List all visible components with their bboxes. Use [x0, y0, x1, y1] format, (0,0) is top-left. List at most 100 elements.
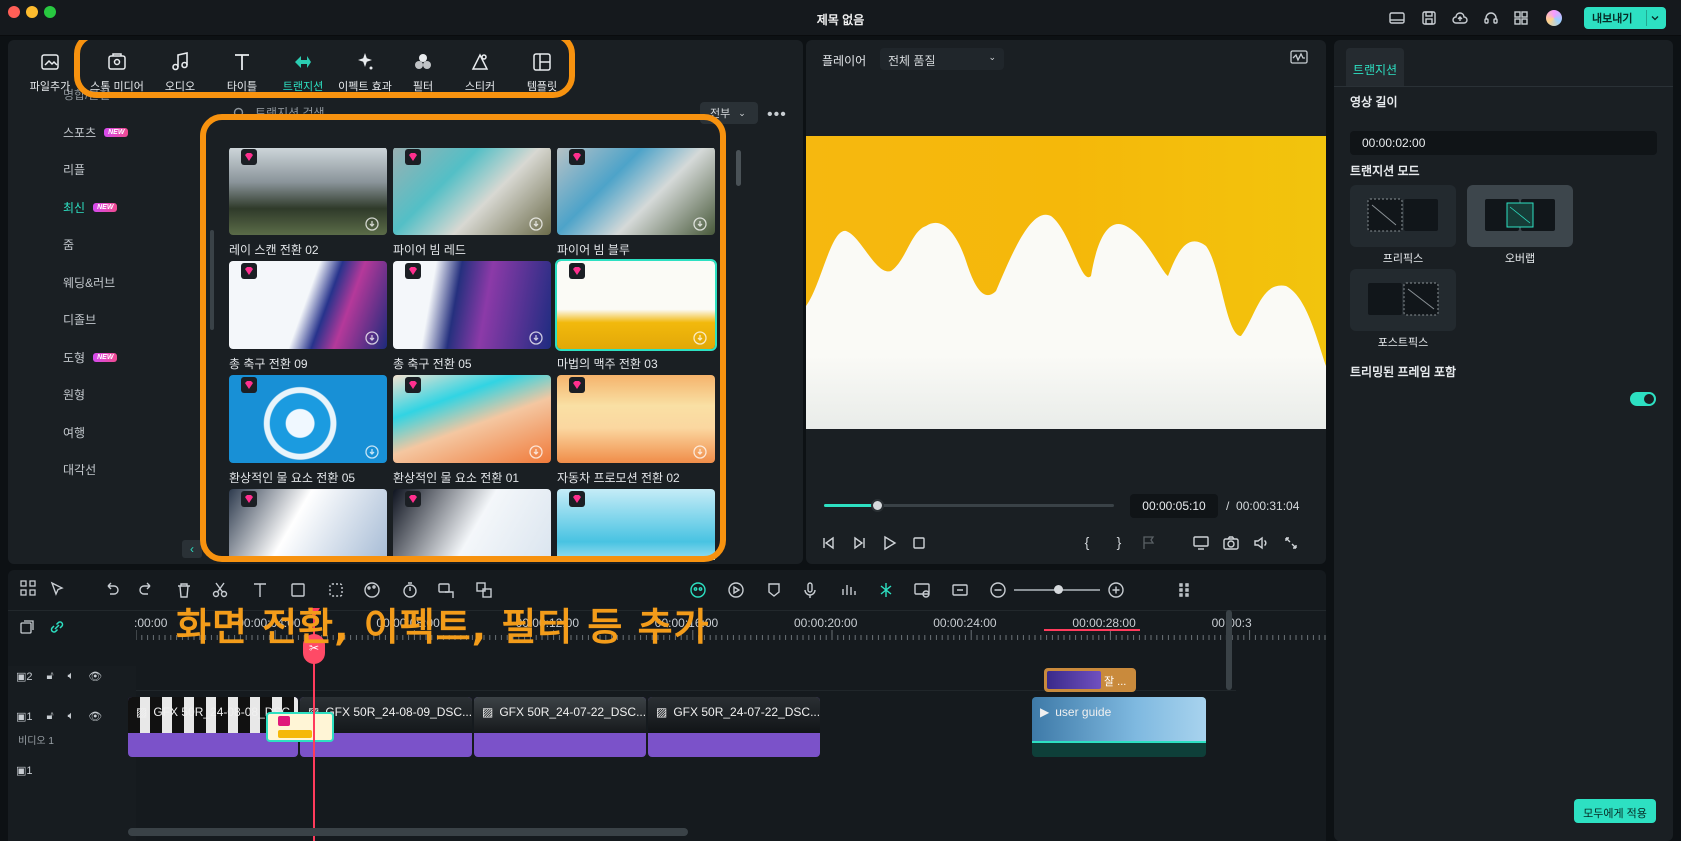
current-time[interactable]: 00:00:05:10	[1130, 494, 1218, 518]
support-headset-icon[interactable]	[1482, 9, 1500, 27]
category-label: 도형	[63, 350, 86, 365]
eye-icon[interactable]: 👁︎	[88, 670, 102, 683]
timeline-layout-icon[interactable]	[18, 578, 38, 598]
category-label: 줌	[63, 238, 75, 252]
zoom-in-icon[interactable]	[1106, 580, 1126, 600]
category-item[interactable]: 원형	[63, 386, 85, 403]
zoom-slider-knob[interactable]	[1054, 585, 1063, 594]
tool-label: 템플릿	[526, 81, 558, 93]
new-badge: NEW	[93, 202, 118, 212]
mode-postfix-option[interactable]	[1350, 269, 1456, 331]
mode-postfix-label: 포스트픽스	[1377, 337, 1429, 349]
fit-timeline-icon[interactable]	[950, 580, 970, 600]
video-clip[interactable]: ▨ GFX 50R_24-07-22_DSC...	[648, 697, 820, 757]
overlay-caption: 화면 전환, 이펙트, 필터 등 추가	[176, 605, 710, 649]
video-preview	[806, 136, 1326, 429]
category-item[interactable]: 도형 NEW	[63, 349, 118, 366]
waveform-icon[interactable]	[1290, 50, 1308, 64]
category-item[interactable]: 줌	[63, 236, 74, 253]
collapse-sidebar-button[interactable]: ‹	[182, 540, 202, 558]
chevron-down-icon[interactable]	[1646, 10, 1662, 26]
tool-label: 이펙트 효과	[338, 81, 392, 93]
display-icon[interactable]	[1192, 534, 1210, 552]
stock-media-icon	[106, 51, 128, 73]
category-item[interactable]: 스포츠 NEW	[63, 124, 129, 141]
quality-dropdown[interactable]: 전체 품질 ⌄	[880, 48, 1004, 70]
category-item[interactable]: 최신 NEW	[63, 199, 118, 216]
export-button[interactable]: 내보내기	[1584, 7, 1666, 29]
track-height-icon[interactable]	[1174, 580, 1194, 600]
category-list: 명합/분할 스포츠 NEW 리플 최신 NEW 줌 웨딩&러브 디졸브 도형 NEW 원형 여행 대각선	[8, 88, 218, 564]
music-note-icon	[169, 51, 191, 73]
lock-icon[interactable]: 🔓︎	[47, 710, 54, 723]
snap-magnet-icon[interactable]	[876, 580, 896, 600]
duration-field[interactable]: 00:00:02:00	[1350, 131, 1657, 155]
category-item[interactable]: 여행	[63, 424, 85, 441]
template-icon	[531, 51, 553, 73]
microphone-icon[interactable]	[800, 580, 820, 600]
fullscreen-icon[interactable]	[1282, 534, 1300, 552]
select-pointer-icon[interactable]	[48, 580, 68, 600]
category-label: 대각선	[63, 463, 97, 477]
category-item[interactable]: 리플	[63, 161, 85, 178]
next-frame-icon[interactable]	[850, 534, 868, 552]
layout-icon[interactable]	[1388, 9, 1406, 27]
category-item[interactable]: 대각선	[63, 461, 96, 478]
add-track-icon[interactable]	[18, 618, 36, 636]
image-icon: ▨	[136, 705, 148, 719]
link-icon[interactable]	[48, 618, 66, 636]
category-item[interactable]: 웨딩&러브	[63, 274, 115, 291]
apps-grid-icon[interactable]	[1512, 9, 1530, 27]
avatar[interactable]	[1546, 10, 1562, 26]
render-preview-icon[interactable]	[912, 580, 932, 600]
volume-icon[interactable]	[1252, 534, 1270, 552]
apply-to-all-button[interactable]: 모두에게 적용	[1574, 799, 1656, 823]
transition-marker[interactable]	[266, 712, 334, 742]
prev-frame-icon[interactable]	[820, 534, 838, 552]
new-badge: NEW	[104, 127, 129, 137]
redo-icon[interactable]	[136, 580, 156, 600]
new-badge: NEW	[93, 352, 118, 362]
tool-label: 스티커	[464, 81, 496, 93]
audio-mix-icon[interactable]	[838, 580, 858, 600]
total-time: / 00:00:31:04	[1226, 499, 1299, 513]
category-label: 원형	[63, 388, 86, 402]
timeline-hscroll[interactable]	[128, 828, 688, 836]
progress-scrubber[interactable]	[871, 499, 884, 512]
cloud-icon[interactable]	[1451, 9, 1469, 27]
grid-scrollbar[interactable]	[736, 150, 741, 186]
eye-icon[interactable]: 👁︎	[88, 710, 102, 723]
zoom-out-icon[interactable]	[988, 580, 1008, 600]
play-icon[interactable]	[880, 534, 898, 552]
transition-clip[interactable]: 잘 ...	[1044, 668, 1136, 692]
more-options-icon[interactable]: •••	[767, 106, 787, 124]
title-bar: 제목 없음 내보내기	[0, 0, 1681, 36]
tool-label: 스톡 미디어	[90, 81, 144, 93]
marker-flag-icon[interactable]	[1140, 534, 1158, 552]
snapshot-camera-icon[interactable]	[1222, 534, 1240, 552]
save-icon[interactable]	[1420, 9, 1438, 27]
trimmed-frames-toggle[interactable]	[1630, 392, 1656, 406]
ruler-label: 00:00:24:00	[933, 616, 997, 630]
mark-in-icon[interactable]: {	[1078, 534, 1096, 552]
mode-prefix-option[interactable]	[1350, 185, 1456, 247]
lock-icon[interactable]: 🔓︎	[47, 670, 54, 683]
shield-icon[interactable]	[764, 580, 784, 600]
tool-template[interactable]: 템플릿	[505, 48, 579, 98]
tab-transition[interactable]: 트랜지션	[1346, 48, 1404, 86]
timeline-vscroll[interactable]	[1226, 610, 1232, 690]
speaker-icon[interactable]: 🔈︎	[68, 710, 75, 723]
mode-overlap-label: 오버랩	[1504, 253, 1536, 265]
mode-overlap-option[interactable]	[1467, 185, 1573, 247]
play-range-icon[interactable]	[726, 580, 746, 600]
chevron-down-icon: ⌄	[738, 107, 746, 118]
mark-out-icon[interactable]: }	[1110, 534, 1128, 552]
video-clip[interactable]: ▨ GFX 50R_24-07-22_DSC...	[474, 697, 646, 757]
undo-icon[interactable]	[102, 580, 122, 600]
tool-import[interactable]: 파일추가	[13, 48, 87, 98]
video-clip[interactable]: ▶ user guide	[1032, 697, 1206, 757]
stop-icon[interactable]	[910, 534, 928, 552]
category-item[interactable]: 디졸브	[63, 311, 96, 328]
speaker-icon[interactable]: 🔈︎	[68, 670, 75, 683]
tool-label: 오디오	[164, 81, 196, 93]
